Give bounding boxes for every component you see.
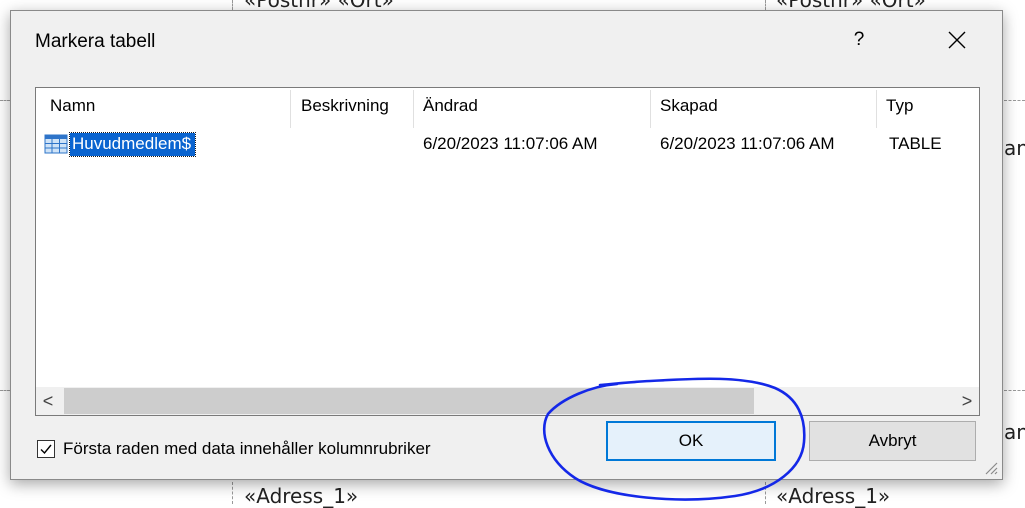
table-icon <box>44 134 68 154</box>
bg-table-gridline <box>765 482 766 504</box>
scrollbar-thumb[interactable] <box>64 388 754 414</box>
close-button[interactable] <box>937 25 977 55</box>
first-row-headers-label[interactable]: Första raden med data innehåller kolumnr… <box>63 439 431 459</box>
column-header-name[interactable]: Namn <box>50 96 95 116</box>
column-header-description[interactable]: Beskrivning <box>301 96 389 116</box>
column-divider[interactable] <box>650 90 651 128</box>
select-table-dialog: Markera tabell ? Namn Beskrivning Ändrad… <box>10 10 1003 480</box>
resize-grip-icon[interactable] <box>982 459 998 475</box>
bg-table-gridline <box>232 482 233 504</box>
bg-text-fragment: an <box>1004 420 1025 444</box>
bg-table-gridline <box>1004 390 1025 391</box>
column-header-modified[interactable]: Ändrad <box>423 96 478 116</box>
bg-merge-field: «Adress_1» <box>244 484 359 508</box>
checkmark-icon <box>40 444 52 455</box>
column-divider[interactable] <box>290 90 291 128</box>
table-name-cell[interactable]: Huvudmedlem$ <box>68 131 197 157</box>
bg-table-gridline <box>0 100 10 101</box>
close-icon <box>948 31 966 49</box>
first-row-headers-checkbox[interactable] <box>37 440 55 458</box>
cancel-button[interactable]: Avbryt <box>809 421 976 461</box>
first-row-headers-option[interactable]: Första raden med data innehåller kolumnr… <box>37 439 431 459</box>
modified-cell: 6/20/2023 11:07:06 AM <box>423 134 598 153</box>
horizontal-scrollbar[interactable]: < > <box>36 387 979 415</box>
dialog-title: Markera tabell <box>35 31 156 52</box>
scroll-right-button[interactable]: > <box>955 387 979 415</box>
bg-table-gridline <box>0 390 10 391</box>
type-cell: TABLE <box>889 134 942 153</box>
column-divider[interactable] <box>876 90 877 128</box>
bg-table-gridline <box>1004 100 1025 101</box>
table-list[interactable]: Namn Beskrivning Ändrad Skapad Typ Huvud… <box>35 87 980 416</box>
bg-text-fragment: an <box>1004 136 1025 160</box>
bg-table-gridline <box>765 0 766 10</box>
scroll-left-button[interactable]: < <box>36 387 60 415</box>
bg-merge-field: «Adress_1» <box>776 484 891 508</box>
column-header-type[interactable]: Typ <box>886 96 913 116</box>
help-button[interactable]: ? <box>839 25 879 55</box>
ok-button[interactable]: OK <box>606 421 776 461</box>
column-divider[interactable] <box>413 90 414 128</box>
bg-table-gridline <box>232 0 233 10</box>
list-item[interactable]: Huvudmedlem$ <box>44 131 197 157</box>
column-header-created[interactable]: Skapad <box>660 96 718 116</box>
created-cell: 6/20/2023 11:07:06 AM <box>660 134 835 153</box>
